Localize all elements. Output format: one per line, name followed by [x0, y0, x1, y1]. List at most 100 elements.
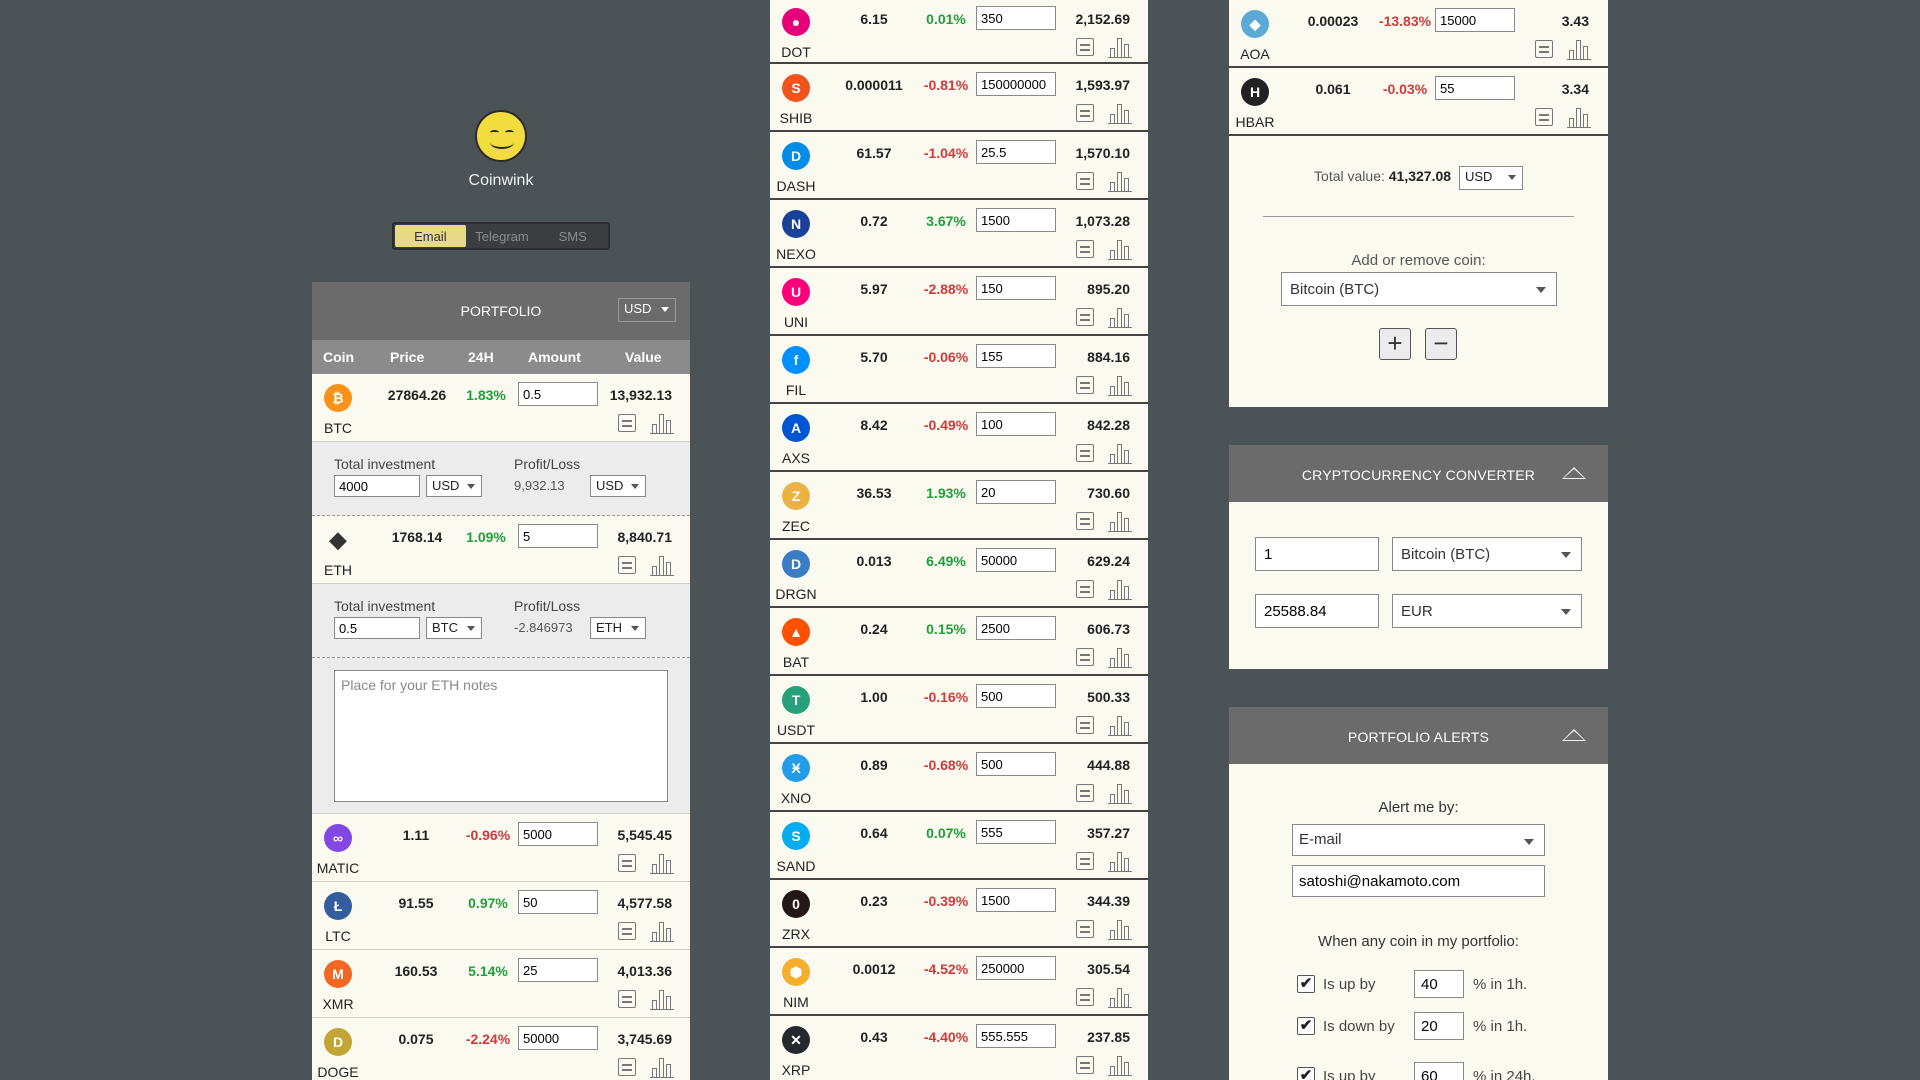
- alert-method-select[interactable]: E-mail: [1292, 824, 1545, 856]
- chart-icon[interactable]: [1108, 1054, 1132, 1076]
- coin-amount-input[interactable]: [518, 822, 598, 846]
- coin-amount-input[interactable]: [976, 480, 1056, 504]
- converter-from-select[interactable]: Bitcoin (BTC): [1392, 537, 1582, 571]
- coin-amount-input[interactable]: [976, 412, 1056, 436]
- notes-icon[interactable]: [1076, 512, 1094, 530]
- notes-icon[interactable]: [1076, 716, 1094, 734]
- chart-icon[interactable]: [650, 988, 674, 1010]
- chart-icon[interactable]: [1108, 986, 1132, 1008]
- notes-icon[interactable]: [1076, 648, 1094, 666]
- converter-header[interactable]: CRYPTOCURRENCY CONVERTER: [1229, 445, 1608, 502]
- collapse-icon[interactable]: [1562, 729, 1586, 741]
- coin-amount-input[interactable]: [518, 1026, 598, 1050]
- chart-icon[interactable]: [1108, 782, 1132, 804]
- remove-coin-button[interactable]: −: [1425, 328, 1457, 360]
- chart-icon[interactable]: [1108, 510, 1132, 532]
- coin-amount-input[interactable]: [976, 140, 1056, 164]
- collapse-icon[interactable]: [1562, 467, 1586, 479]
- chart-icon[interactable]: [1108, 102, 1132, 124]
- chart-icon[interactable]: [1108, 918, 1132, 940]
- coin-amount-input[interactable]: [976, 6, 1056, 30]
- notes-icon[interactable]: [1535, 108, 1553, 126]
- notes-icon[interactable]: [1076, 1056, 1094, 1074]
- notes-icon[interactable]: [1076, 240, 1094, 258]
- chart-icon[interactable]: [1108, 238, 1132, 260]
- chart-icon[interactable]: [1108, 306, 1132, 328]
- converter-result-input[interactable]: [1255, 594, 1379, 628]
- coin-amount-input[interactable]: [518, 958, 598, 982]
- tab-telegram[interactable]: Telegram: [467, 224, 538, 248]
- chart-icon[interactable]: [1108, 36, 1132, 58]
- chart-icon[interactable]: [650, 852, 674, 874]
- coin-amount-input[interactable]: [976, 344, 1056, 368]
- chart-icon[interactable]: [1108, 850, 1132, 872]
- coin-amount-input[interactable]: [976, 956, 1056, 980]
- coin-amount-input[interactable]: [976, 820, 1056, 844]
- add-remove-coin-select[interactable]: Bitcoin (BTC): [1281, 272, 1557, 306]
- total-investment-input[interactable]: [334, 617, 420, 639]
- chart-icon[interactable]: [1108, 646, 1132, 668]
- condition-value-input[interactable]: [1414, 970, 1464, 998]
- add-coin-button[interactable]: +: [1379, 328, 1411, 360]
- chart-icon[interactable]: [650, 920, 674, 942]
- checkbox-up-1h[interactable]: ✔: [1297, 975, 1315, 993]
- notes-icon[interactable]: [1076, 988, 1094, 1006]
- chart-icon[interactable]: [1108, 170, 1132, 192]
- converter-to-select[interactable]: EUR: [1392, 594, 1582, 628]
- notes-icon[interactable]: [1076, 580, 1094, 598]
- total-investment-input[interactable]: [334, 475, 420, 497]
- coin-amount-input[interactable]: [976, 752, 1056, 776]
- chart-icon[interactable]: [1108, 578, 1132, 600]
- chart-icon[interactable]: [1108, 714, 1132, 736]
- notes-icon[interactable]: [1076, 308, 1094, 326]
- tab-email[interactable]: Email: [395, 225, 466, 247]
- alerts-header[interactable]: PORTFOLIO ALERTS: [1229, 707, 1608, 764]
- coin-amount-input[interactable]: [976, 208, 1056, 232]
- alert-email-input[interactable]: [1292, 865, 1545, 897]
- converter-amount-input[interactable]: [1255, 537, 1379, 571]
- coin-amount-input[interactable]: [976, 276, 1056, 300]
- notes-icon[interactable]: [618, 1058, 636, 1076]
- coin-amount-input[interactable]: [518, 890, 598, 914]
- investment-currency-select[interactable]: BTC: [426, 617, 482, 639]
- chart-icon[interactable]: [650, 1056, 674, 1078]
- notes-icon[interactable]: [618, 556, 636, 574]
- notes-icon[interactable]: [1076, 920, 1094, 938]
- notes-icon[interactable]: [1076, 38, 1094, 56]
- condition-value-input[interactable]: [1414, 1062, 1464, 1080]
- portfolio-currency-select[interactable]: USD: [618, 298, 676, 322]
- coin-amount-input[interactable]: [518, 382, 598, 406]
- notes-icon[interactable]: [1076, 172, 1094, 190]
- chart-icon[interactable]: [1567, 38, 1591, 60]
- profit-loss-currency-select[interactable]: ETH: [590, 617, 646, 639]
- coin-amount-input[interactable]: [976, 1024, 1056, 1048]
- checkbox-down-1h[interactable]: ✔: [1297, 1017, 1315, 1035]
- profit-loss-currency-select[interactable]: USD: [590, 475, 646, 497]
- coin-amount-input[interactable]: [1435, 76, 1515, 100]
- coin-amount-input[interactable]: [976, 72, 1056, 96]
- eth-notes-textarea[interactable]: [334, 670, 668, 802]
- investment-currency-select[interactable]: USD: [426, 475, 482, 497]
- chart-icon[interactable]: [1567, 106, 1591, 128]
- chart-icon[interactable]: [650, 554, 674, 576]
- coin-amount-input[interactable]: [976, 548, 1056, 572]
- notes-icon[interactable]: [618, 414, 636, 432]
- notes-icon[interactable]: [1076, 784, 1094, 802]
- notes-icon[interactable]: [1076, 376, 1094, 394]
- notes-icon[interactable]: [618, 990, 636, 1008]
- coin-amount-input[interactable]: [976, 888, 1056, 912]
- coin-amount-input[interactable]: [518, 524, 598, 548]
- notes-icon[interactable]: [1076, 852, 1094, 870]
- chart-icon[interactable]: [1108, 374, 1132, 396]
- chart-icon[interactable]: [650, 412, 674, 434]
- notes-icon[interactable]: [618, 922, 636, 940]
- coin-amount-input[interactable]: [976, 684, 1056, 708]
- condition-value-input[interactable]: [1414, 1012, 1464, 1040]
- chart-icon[interactable]: [1108, 442, 1132, 464]
- checkbox-up-24h[interactable]: ✔: [1297, 1067, 1315, 1080]
- notes-icon[interactable]: [618, 854, 636, 872]
- total-currency-select[interactable]: USD: [1458, 166, 1523, 190]
- notes-icon[interactable]: [1076, 104, 1094, 122]
- tab-sms[interactable]: SMS: [537, 224, 608, 248]
- coin-amount-input[interactable]: [1435, 8, 1515, 32]
